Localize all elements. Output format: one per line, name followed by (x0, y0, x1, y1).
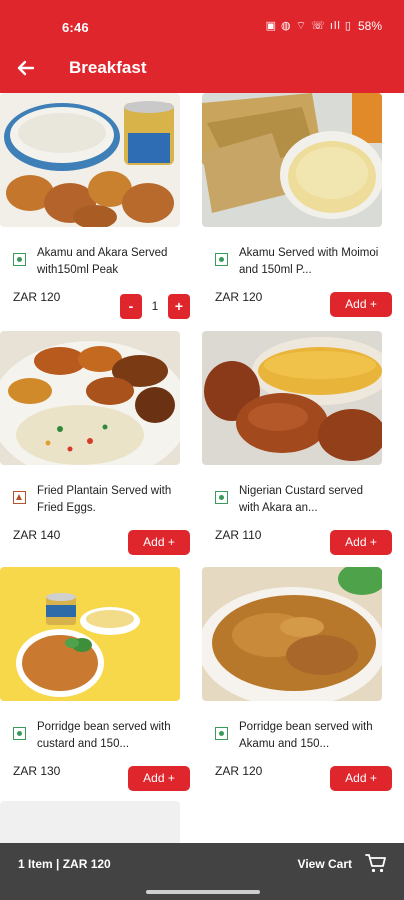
screen: 6:46 ▣ ◍ ⌔ ☏ ıll ▯ 58% Breakfast Akamu a… (0, 0, 404, 900)
page-title: Breakfast (69, 58, 147, 77)
product-name: Fried Plantain Served with Fried Eggs. (37, 485, 172, 514)
product-price: ZAR 140 (13, 528, 61, 542)
product-price: ZAR 120 (215, 764, 263, 778)
view-cart-button[interactable]: View Cart (298, 857, 352, 871)
add-to-cart-button[interactable]: Add + (330, 292, 392, 317)
add-to-cart-button[interactable]: Add + (128, 530, 190, 555)
status-bar: 6:46 ▣ ◍ ⌔ ☏ ıll ▯ 58% (0, 0, 404, 44)
add-to-cart-button[interactable]: Add + (330, 530, 392, 555)
product-name: Porridge bean served with custard and 15… (37, 721, 171, 750)
cart-summary: 1 Item | ZAR 120 (18, 857, 111, 871)
status-time: 6:46 (62, 20, 89, 35)
app-bar: 6:46 ▣ ◍ ⌔ ☏ ıll ▯ 58% Breakfast (0, 0, 404, 93)
product-price: ZAR 110 (215, 528, 262, 542)
status-icons: ▣ ◍ ⌔ ☏ ıll ▯ (265, 20, 352, 32)
veg-indicator-icon (215, 491, 228, 504)
back-arrow-icon[interactable] (12, 54, 40, 82)
product-name: Nigerian Custard served with Akara an... (239, 485, 364, 514)
veg-indicator-icon (215, 727, 228, 740)
veg-indicator-icon (215, 253, 228, 266)
product-card[interactable]: Fried Plantain Served with Fried Eggs. Z… (0, 331, 190, 559)
product-card[interactable]: Porridge bean served with Akamu and 150.… (202, 567, 392, 795)
product-card[interactable]: Nigerian Custard served with Akara an...… (202, 331, 392, 559)
add-to-cart-button[interactable]: Add + (330, 766, 392, 791)
product-card[interactable]: Akamu and Akara Served with150ml Peak ZA… (0, 93, 190, 321)
product-grid: Akamu and Akara Served with150ml Peak ZA… (0, 93, 404, 843)
status-indicators: ▣ ◍ ⌔ ☏ ıll ▯ 58% (266, 19, 382, 33)
product-name: Akamu Served with Moimoi and 150ml P... (239, 247, 379, 276)
product-image[interactable] (202, 93, 382, 227)
product-card-loading (0, 801, 180, 843)
cart-bar[interactable]: 1 Item | ZAR 120 View Cart (0, 843, 404, 900)
veg-indicator-icon (13, 253, 26, 266)
add-to-cart-button[interactable]: Add + (128, 766, 190, 791)
shopping-cart-icon[interactable] (364, 851, 388, 875)
increase-quantity-button[interactable]: + (168, 294, 190, 319)
veg-indicator-icon (13, 727, 26, 740)
quantity-stepper[interactable]: - 1 + (120, 294, 190, 319)
product-name: Porridge bean served with Akamu and 150.… (239, 721, 373, 750)
nonveg-indicator-icon (13, 491, 26, 504)
toolbar: Breakfast (0, 44, 404, 93)
product-image[interactable] (0, 567, 180, 701)
product-image[interactable] (0, 331, 180, 465)
product-card[interactable]: Akamu Served with Moimoi and 150ml P... … (202, 93, 392, 321)
product-name: Akamu and Akara Served with150ml Peak (37, 247, 168, 276)
decrease-quantity-button[interactable]: - (120, 294, 142, 319)
product-price: ZAR 130 (13, 764, 61, 778)
product-price: ZAR 120 (13, 290, 61, 304)
product-card[interactable]: Porridge bean served with custard and 15… (0, 567, 190, 795)
product-image[interactable] (202, 567, 382, 701)
battery-level: 58% (357, 19, 382, 33)
product-image[interactable] (0, 93, 180, 227)
product-image[interactable] (202, 331, 382, 465)
product-price: ZAR 120 (215, 290, 263, 304)
quantity-value: 1 (151, 299, 159, 313)
home-indicator (146, 890, 260, 894)
